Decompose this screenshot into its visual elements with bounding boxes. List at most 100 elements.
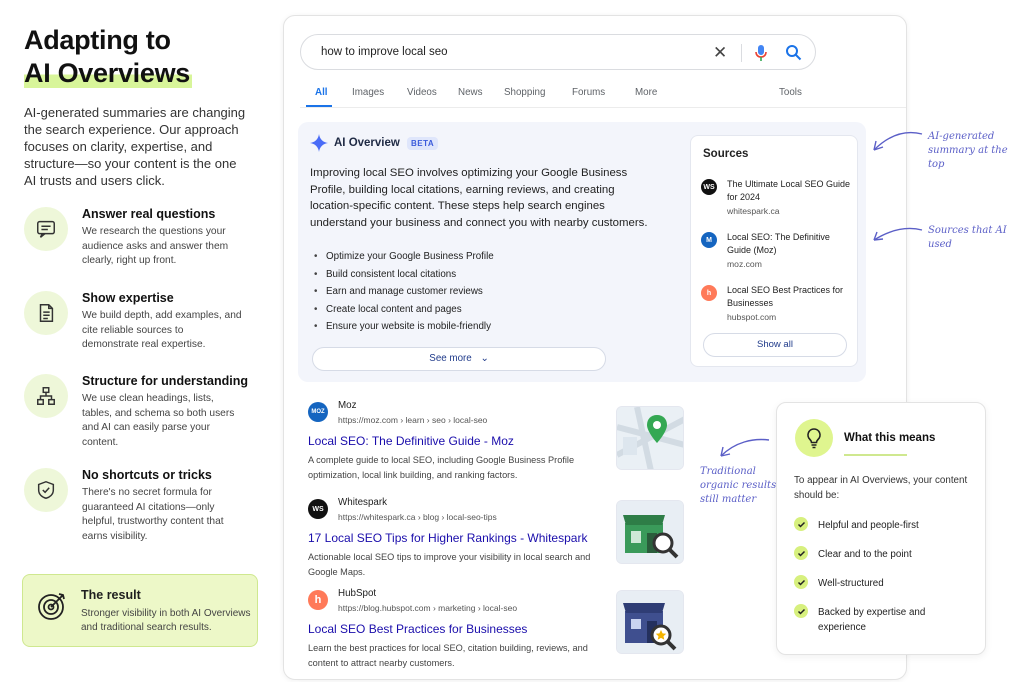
whitespark-logo-icon: WS: [308, 499, 328, 519]
sitemap-icon: [24, 374, 68, 418]
ai-overview-summary: Improving local SEO involves optimizing …: [310, 167, 648, 229]
tab-forums[interactable]: Forums: [572, 87, 605, 98]
target-icon: [35, 589, 69, 623]
tab-tools[interactable]: Tools: [779, 87, 802, 98]
feature-title: No shortcuts or tricks: [82, 468, 212, 482]
source-item[interactable]: WS The Ultimate Local SEO Guide for 2024…: [701, 178, 851, 222]
what-this-means-title: What this means: [844, 432, 936, 444]
result-snippet: A complete guide to local SEO, including…: [308, 455, 575, 480]
source-title[interactable]: The Ultimate Local SEO Guide for 2024: [727, 178, 855, 203]
annotation-organic: Traditional organic results still matter: [700, 466, 777, 505]
search-input[interactable]: how to improve local seo: [321, 46, 448, 58]
search-tabs: All Images Videos News Shopping Forums M…: [300, 87, 820, 109]
result-snippet: Learn the best practices for local SEO, …: [308, 643, 588, 668]
feature-title: Show expertise: [82, 291, 174, 305]
checklist-item: Helpful and people-first: [794, 517, 974, 537]
feature-no-shortcuts: No shortcuts or tricks There's no secret…: [24, 468, 264, 548]
show-all-button[interactable]: Show all: [703, 333, 847, 357]
result-site: Whitespark: [338, 497, 387, 508]
search-divider: [741, 44, 742, 62]
result-title-link[interactable]: Local SEO: The Definitive Guide - Moz: [308, 434, 514, 448]
list-item: Ensure your website is mobile-friendly: [310, 321, 630, 339]
list-item: Optimize your Google Business Profile: [310, 251, 630, 269]
tab-all[interactable]: All: [315, 87, 328, 98]
tab-shopping[interactable]: Shopping: [504, 87, 545, 98]
result-site: Moz: [338, 400, 357, 411]
tab-images[interactable]: Images: [352, 87, 384, 98]
annotation-arrow-icon: [873, 131, 923, 151]
title-underline: [844, 454, 907, 456]
hubspot-logo-icon: h: [308, 590, 328, 610]
list-item: Build consistent local citations: [310, 269, 630, 287]
sources-panel: Sources WS The Ultimate Local SEO Guide …: [690, 135, 858, 367]
tab-news[interactable]: News: [458, 87, 483, 98]
what-this-means-desc: To appear in AI Overviews, your content …: [794, 475, 968, 501]
checklist-label: Helpful and people-first: [818, 520, 919, 531]
annotation-arrow-icon: [873, 227, 923, 241]
result-url[interactable]: https://whitespark.ca › blog › local-seo…: [338, 512, 497, 522]
feature-desc: We use clean headings, lists, tables, an…: [82, 393, 235, 448]
microphone-icon[interactable]: [754, 44, 768, 67]
close-icon[interactable]: ✕: [713, 43, 727, 63]
search-bar[interactable]: how to improve local seo ✕: [300, 34, 816, 70]
title-line-1: Adapting to: [24, 25, 171, 55]
check-icon: [794, 575, 808, 589]
source-url: whitespark.ca: [727, 206, 780, 216]
result-box: The result Stronger visibility in both A…: [22, 574, 258, 647]
page-title: Adapting to AI Overviews: [24, 24, 264, 90]
result-title-link[interactable]: 17 Local SEO Tips for Higher Rankings - …: [308, 531, 587, 545]
checklist-item: Clear and to the point: [794, 546, 974, 566]
result-url[interactable]: https://blog.hubspot.com › marketing › l…: [338, 603, 517, 613]
result-site: HubSpot: [338, 588, 377, 599]
storefront-search-icon[interactable]: [616, 500, 684, 564]
list-item: Create local content and pages: [310, 304, 630, 322]
search-icon[interactable]: [785, 44, 802, 66]
ai-overview-list: Optimize your Google Business Profile Bu…: [310, 251, 630, 339]
map-pin-icon[interactable]: [616, 406, 684, 470]
tab-more[interactable]: More: [635, 87, 657, 98]
title-line-2: AI Overviews: [24, 58, 192, 88]
feature-title: Answer real questions: [82, 207, 216, 221]
see-more-label: See more: [429, 353, 472, 364]
source-item[interactable]: h Local SEO Best Practices for Businesse…: [701, 284, 851, 328]
what-this-means-card: What this means To appear in AI Overview…: [776, 402, 986, 655]
source-title[interactable]: Local SEO Best Practices for Businesses: [727, 284, 855, 309]
annotation-arrow-icon: [720, 438, 770, 457]
list-item: Earn and manage customer reviews: [310, 286, 630, 304]
feature-structure: Structure for understanding We use clean…: [24, 374, 264, 454]
sparkle-icon: [310, 134, 328, 157]
hubspot-logo-icon: h: [701, 285, 717, 301]
annotation-ai-summary: AI-generated summary at the top: [928, 131, 1008, 170]
result-snippet: Actionable local SEO tips to improve you…: [308, 552, 591, 577]
whitespark-logo-icon: WS: [701, 179, 717, 195]
sources-title: Sources: [703, 148, 749, 160]
see-more-button[interactable]: See more ⌄: [312, 347, 606, 371]
ai-overview-title: AI Overview: [334, 137, 400, 149]
chat-icon: [24, 207, 68, 251]
moz-logo-icon: MOZ: [308, 402, 328, 422]
moz-logo-icon: M: [701, 232, 717, 248]
result-desc: Stronger visibility in both AI Overviews…: [81, 608, 251, 633]
tab-videos[interactable]: Videos: [407, 87, 437, 98]
document-icon: [24, 291, 68, 335]
shield-check-icon: [24, 468, 68, 512]
chevron-down-icon: ⌄: [480, 353, 489, 364]
result-title-link[interactable]: Local SEO Best Practices for Businesses: [308, 622, 527, 636]
left-panel: Adapting to AI Overviews AI-generated su…: [24, 24, 264, 189]
source-url: hubspot.com: [727, 312, 777, 322]
feature-desc: We build depth, add examples, and cite r…: [82, 310, 242, 350]
feature-show-expertise: Show expertise We build depth, add examp…: [24, 291, 264, 355]
source-item[interactable]: M Local SEO: The Definitive Guide (Moz) …: [701, 231, 851, 275]
search-result: h HubSpot https://blog.hubspot.com › mar…: [308, 588, 608, 674]
source-url: moz.com: [727, 259, 762, 269]
source-title[interactable]: Local SEO: The Definitive Guide (Moz): [727, 231, 855, 256]
ai-overview-panel: AI Overview BETA Improving local SEO inv…: [298, 122, 866, 382]
storefront-star-icon[interactable]: [616, 590, 684, 654]
search-result: MOZ Moz https://moz.com › learn › seo › …: [308, 400, 608, 486]
intro-text: AI-generated summaries are changing the …: [24, 105, 246, 188]
result-url[interactable]: https://moz.com › learn › seo › local-se…: [338, 415, 487, 425]
annotation-sources-used: Sources that AI used: [928, 225, 1007, 250]
tabs-divider: [300, 107, 906, 108]
checklist-label: Clear and to the point: [818, 549, 912, 560]
feature-answer-questions: Answer real questions We research the qu…: [24, 207, 264, 271]
